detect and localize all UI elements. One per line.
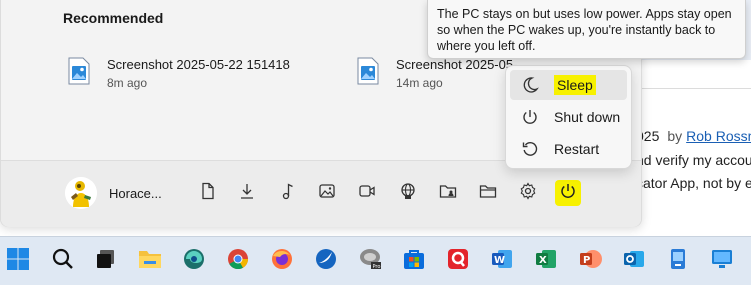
restart-menu-item[interactable]: Restart — [510, 134, 627, 164]
remote-desktop-taskbar-button[interactable] — [705, 244, 739, 278]
search-icon — [51, 247, 75, 276]
app-icon — [446, 247, 470, 276]
avatar — [65, 177, 97, 209]
music-button[interactable] — [275, 180, 301, 206]
downloads-button[interactable] — [234, 180, 260, 206]
recommended-title: Recommended — [63, 10, 164, 26]
recommended-item[interactable]: Screenshot 2025-05- 14m ago — [356, 57, 517, 90]
app-icon — [314, 247, 338, 276]
personal-folder-button[interactable] — [435, 180, 461, 206]
recommended-item[interactable]: Screenshot 2025-05-22 151418 8m ago — [67, 57, 290, 90]
background-divider — [640, 88, 751, 89]
documents-button[interactable] — [195, 180, 221, 206]
word-icon: W — [490, 247, 514, 276]
personal-folder-icon — [439, 182, 457, 205]
music-icon — [279, 182, 297, 205]
tooltip-text: The PC stays on but uses low power. Apps… — [437, 7, 732, 53]
background-text-line: nd verify my accou — [636, 152, 751, 168]
file-explorer-icon — [479, 182, 497, 205]
search-button[interactable] — [46, 244, 80, 278]
sleep-menu-item[interactable]: Sleep — [510, 70, 627, 100]
start-button[interactable] — [1, 244, 35, 278]
videos-button[interactable] — [354, 180, 380, 206]
settings-button[interactable] — [515, 180, 541, 206]
network-icon — [399, 182, 417, 205]
app-icon — [666, 247, 690, 276]
power-icon — [559, 182, 577, 205]
recommended-item-name: Screenshot 2025-05- — [396, 57, 518, 72]
file-explorer-taskbar-button[interactable] — [133, 244, 167, 278]
outlook-taskbar-button[interactable] — [617, 244, 651, 278]
shutdown-icon — [520, 107, 540, 127]
file-explorer-icon — [137, 247, 163, 276]
background-text-line: cator App, not by e — [636, 175, 751, 191]
powerpoint-icon: P — [578, 247, 602, 276]
post-author-link[interactable]: Rob Rossm — [686, 128, 751, 144]
shutdown-label: Shut down — [554, 109, 621, 125]
image-file-icon — [67, 57, 91, 85]
svg-text:W: W — [494, 255, 505, 266]
videos-icon — [358, 182, 376, 205]
edge-dev-icon — [182, 247, 206, 276]
sleep-icon — [520, 75, 540, 95]
app-taskbar-button[interactable] — [661, 244, 695, 278]
recommended-item-time: 14m ago — [396, 76, 443, 90]
taskbar: Pro W X P — [0, 236, 751, 285]
power-options-flyout: Sleep Shut down Restart — [505, 65, 632, 169]
outlook-icon — [622, 247, 646, 276]
sleep-tooltip: The PC stays on but uses low power. Apps… — [427, 0, 746, 59]
power-button[interactable] — [555, 180, 581, 206]
network-button[interactable] — [395, 180, 421, 206]
store-icon — [402, 247, 426, 276]
post-by-label: by — [667, 128, 683, 144]
restart-icon — [520, 139, 540, 159]
chrome-taskbar-button[interactable] — [221, 244, 255, 278]
recommended-item-name: Screenshot 2025-05-22 151418 — [107, 57, 290, 72]
image-file-icon — [356, 57, 380, 85]
pictures-icon — [318, 182, 336, 205]
pro-app-taskbar-button[interactable]: Pro — [353, 244, 387, 278]
app-taskbar-button[interactable] — [309, 244, 343, 278]
firefox-icon — [270, 247, 294, 276]
pro-app-icon: Pro — [357, 246, 383, 277]
user-name: Horace... — [109, 185, 162, 201]
powerpoint-taskbar-button[interactable]: P — [573, 244, 607, 278]
shutdown-menu-item[interactable]: Shut down — [510, 102, 627, 132]
sleep-label: Sleep — [554, 75, 596, 95]
restart-label: Restart — [554, 141, 600, 157]
downloads-icon — [238, 182, 256, 205]
svg-text:X: X — [539, 255, 547, 266]
svg-text:P: P — [583, 255, 590, 266]
edge-dev-taskbar-button[interactable] — [177, 244, 211, 278]
file-explorer-button[interactable] — [475, 180, 501, 206]
task-view-button[interactable] — [89, 244, 123, 278]
task-view-icon — [94, 247, 118, 276]
remote-desktop-icon — [710, 247, 734, 276]
svg-text:Pro: Pro — [373, 264, 381, 270]
start-icon — [6, 247, 30, 276]
documents-icon — [199, 182, 217, 205]
app-taskbar-button[interactable] — [441, 244, 475, 278]
user-account-button[interactable]: Horace... — [65, 177, 162, 209]
chrome-icon — [226, 247, 250, 276]
settings-icon — [519, 181, 537, 205]
word-taskbar-button[interactable]: W — [485, 244, 519, 278]
excel-icon: X — [534, 247, 558, 276]
store-taskbar-button[interactable] — [397, 244, 431, 278]
recommended-item-time: 8m ago — [107, 76, 148, 90]
pictures-button[interactable] — [314, 180, 340, 206]
excel-taskbar-button[interactable]: X — [529, 244, 563, 278]
firefox-taskbar-button[interactable] — [265, 244, 299, 278]
background-post-meta: 025byRob Rossm — [636, 128, 751, 144]
